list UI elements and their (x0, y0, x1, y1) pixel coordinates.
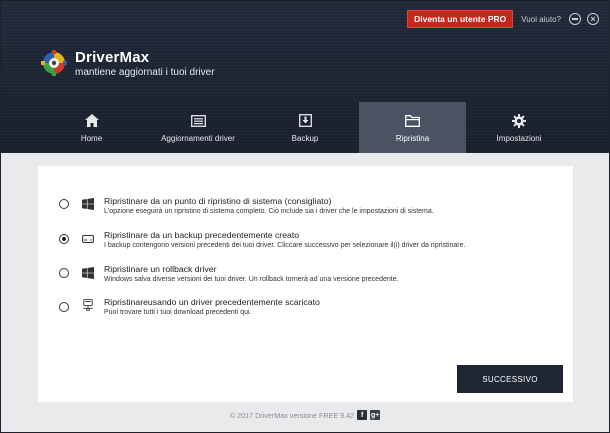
tab-backup[interactable]: Backup (251, 102, 359, 153)
windows-icon (82, 267, 94, 279)
option-desc: I backup contengono versioni precedenti … (104, 242, 466, 249)
option-title: Ripristinare da un punto di ripristino d… (104, 196, 332, 206)
app-name: DriverMax (75, 48, 150, 66)
radio-system-restore[interactable] (59, 199, 69, 209)
tab-settings[interactable]: Impostazioni (466, 102, 572, 153)
minimize-icon[interactable] (569, 13, 581, 25)
tab-label: Impostazioni (496, 133, 542, 143)
facebook-icon[interactable]: f (357, 410, 368, 420)
footer: © 2017 DriverMax versione FREE 9.42 f g+ (1, 406, 609, 424)
network-drive-icon (83, 299, 93, 311)
radio-downloaded-driver[interactable] (59, 302, 69, 312)
option-desc: L'opzione eseguirà un ripristino di sist… (104, 208, 434, 215)
header: Diventa un utente PRO Vuoi aiuto? × Driv… (1, 1, 609, 153)
list-icon (190, 114, 206, 127)
download-icon (298, 114, 312, 127)
option-title: Ripristinareusando un driver precedentem… (104, 297, 320, 307)
app-window: Diventa un utente PRO Vuoi aiuto? × Driv… (0, 0, 610, 433)
tab-label: Backup (291, 133, 319, 143)
option-desc: Puoi trovare tutti i tuoi download prece… (104, 309, 252, 316)
tab-label: Home (80, 133, 103, 143)
windows-icon (82, 198, 94, 210)
tab-restore[interactable]: Ripristina (359, 102, 466, 153)
radio-backup-restore[interactable] (59, 234, 69, 244)
tab-driver-updates[interactable]: Aggiornamenti driver (145, 102, 251, 153)
app-tagline: mantiene aggiornati i tuoi driver (75, 66, 215, 78)
next-button[interactable]: SUCCESSIVO (457, 365, 563, 393)
help-link[interactable]: Vuoi aiuto? (521, 15, 561, 24)
tab-label: Aggiornamenti driver (161, 133, 235, 143)
option-desc: Windows salva diverse versioni dei tuoi … (104, 276, 399, 283)
copyright-text: © 2017 DriverMax versione FREE 9.42 (229, 410, 355, 420)
go-pro-button[interactable]: Diventa un utente PRO (407, 10, 514, 28)
radio-rollback[interactable] (59, 268, 69, 278)
option-title: Ripristinare un rollback driver (104, 264, 217, 274)
drivermax-logo-icon (41, 50, 67, 76)
hard-drive-icon (82, 234, 94, 244)
folder-icon (405, 114, 420, 127)
restore-options-panel: Ripristinare da un punto di ripristino d… (38, 166, 573, 402)
option-title: Ripristinare da un backup precedentement… (104, 230, 300, 240)
close-icon[interactable]: × (587, 13, 599, 25)
brand: DriverMax mantiene aggiornati i tuoi dri… (39, 48, 215, 78)
gear-icon (512, 113, 526, 128)
tab-label: Ripristina (395, 133, 430, 143)
home-icon (84, 114, 99, 127)
google-plus-icon[interactable]: g+ (370, 410, 381, 420)
tab-home[interactable]: Home (38, 102, 145, 153)
main-nav: Home Aggiornamenti driver Backup Riprist… (38, 102, 572, 153)
top-bar: Diventa un utente PRO Vuoi aiuto? × (407, 1, 609, 37)
